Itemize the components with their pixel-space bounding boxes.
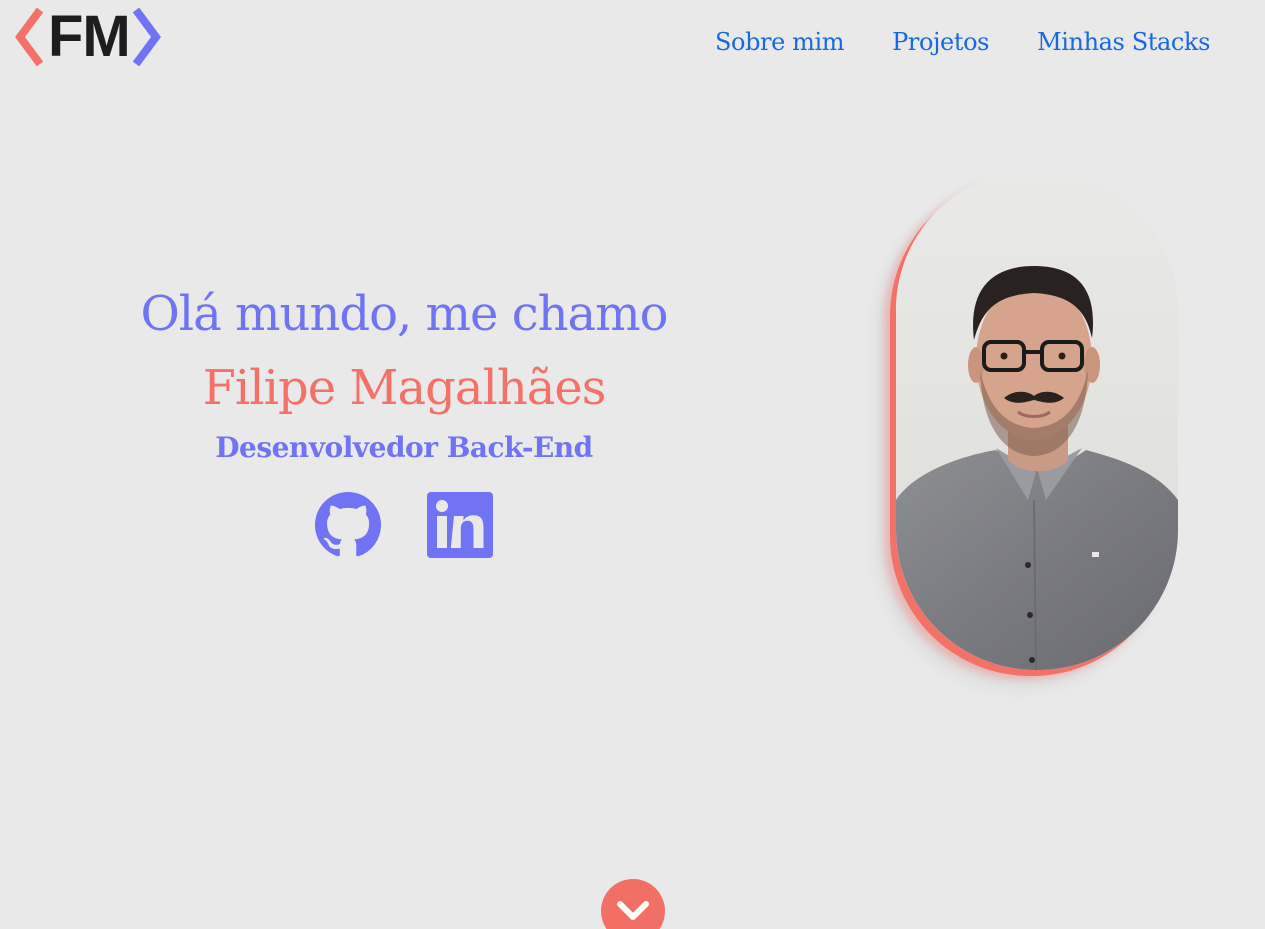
hero-section: Olá mundo, me chamo Filipe Magalhães Des… <box>130 280 678 558</box>
main-nav: Sobre mim Projetos Minhas Stacks <box>715 24 1210 60</box>
logo-text: FM <box>48 4 131 69</box>
profile-photo <box>896 170 1178 670</box>
linkedin-icon <box>427 492 493 558</box>
chevron-down-icon <box>617 901 649 920</box>
scroll-down-button[interactable] <box>601 879 665 929</box>
hero-role: Desenvolvedor Back-End <box>215 431 593 464</box>
page: FM Sobre mim Projetos Minhas Stacks Olá … <box>0 0 1265 929</box>
social-links <box>130 492 678 558</box>
nav-link-sobre-mim[interactable]: Sobre mim <box>715 24 845 60</box>
github-icon <box>315 492 381 557</box>
profile-photo-illustration <box>896 170 1178 670</box>
logo[interactable]: FM <box>14 4 164 69</box>
linkedin-link[interactable] <box>427 492 493 558</box>
github-link[interactable] <box>315 492 381 558</box>
nav-link-minhas-stacks[interactable]: Minhas Stacks <box>1037 24 1210 60</box>
hero-name: Filipe Magalhães <box>202 360 607 416</box>
hero-greeting: Olá mundo, me chamo <box>140 286 668 342</box>
nav-link-projetos[interactable]: Projetos <box>892 24 989 60</box>
